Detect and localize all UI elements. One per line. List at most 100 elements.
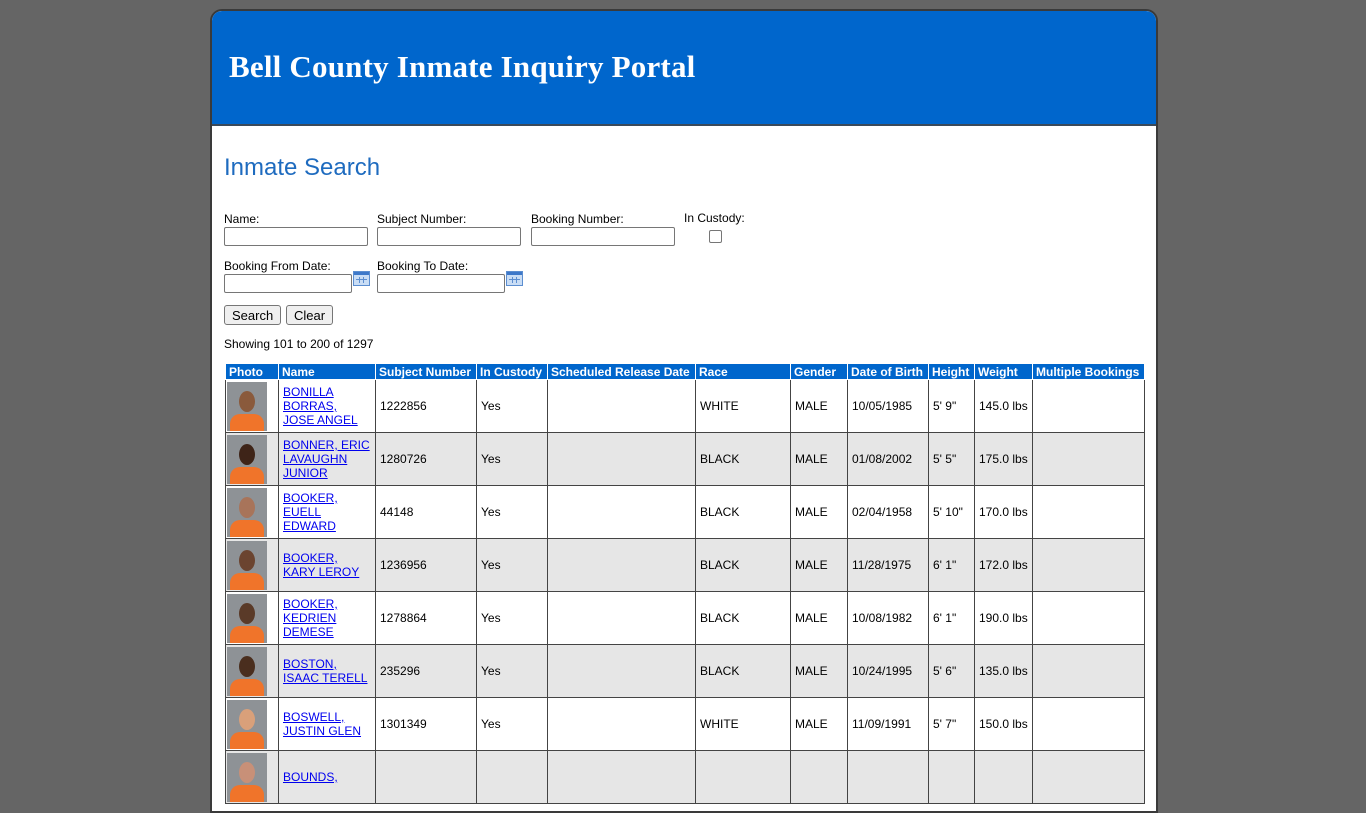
subject-number-field-group: Subject Number: (377, 212, 521, 246)
race-cell: BLACK (695, 591, 791, 645)
release-date-cell (547, 644, 696, 698)
in-custody-cell: Yes (476, 432, 548, 486)
booking-to-date-input[interactable] (377, 274, 505, 293)
calendar-icon[interactable] (506, 271, 523, 286)
inmate-name-link[interactable]: BOUNDS, (283, 770, 338, 784)
weight-cell: 172.0 lbs (974, 538, 1033, 592)
gender-cell: MALE (790, 591, 848, 645)
clear-button[interactable]: Clear (286, 305, 334, 325)
inmate-photo[interactable] (227, 752, 267, 802)
multiple-bookings-cell (1032, 591, 1145, 645)
subject-number-cell: 1236956 (375, 538, 477, 592)
release-date-cell (547, 538, 696, 592)
multiple-bookings-cell (1032, 432, 1145, 486)
in-custody-cell: Yes (476, 538, 548, 592)
results-table-body: BONILLA BORRAS, JOSE ANGEL 1222856 Yes WHIT… (225, 379, 1145, 804)
race-cell: BLACK (695, 538, 791, 592)
inmate-photo[interactable] (227, 434, 267, 484)
page-frame: Bell County Inmate Inquiry Portal Inmate… (210, 9, 1158, 813)
subject-number-cell: 235296 (375, 644, 477, 698)
table-row: BOSWELL, JUSTIN GLEN 1301349 Yes WHITE MALE 1… (225, 697, 1145, 751)
inmate-photo[interactable] (227, 487, 267, 537)
column-header: Multiple Bookings (1032, 363, 1145, 380)
height-cell: 5' 10" (928, 485, 975, 539)
multiple-bookings-cell (1032, 750, 1145, 804)
dob-cell: 01/08/2002 (847, 432, 929, 486)
dob-cell: 02/04/1958 (847, 485, 929, 539)
inmate-name-link[interactable]: BOOKER, EUELL EDWARD (283, 491, 338, 533)
subject-number-cell: 1222856 (375, 379, 477, 433)
inmate-name-link[interactable]: BOSTON, ISAAC TERELL (283, 657, 367, 685)
multiple-bookings-cell (1032, 644, 1145, 698)
column-header: Subject Number (375, 363, 477, 380)
dob-cell: 10/24/1995 (847, 644, 929, 698)
subject-number-cell: 44148 (375, 485, 477, 539)
subject-number-label: Subject Number: (377, 212, 467, 226)
inmate-photo[interactable] (227, 540, 267, 590)
table-row: BOOKER, KEDRIEN DEMESE 1278864 Yes BLACK MAL… (225, 591, 1145, 645)
in-custody-label: In Custody: (684, 211, 745, 225)
column-header: In Custody (476, 363, 548, 380)
table-row: BONILLA BORRAS, JOSE ANGEL 1222856 Yes WHIT… (225, 379, 1145, 433)
inmate-photo[interactable] (227, 699, 267, 749)
column-header: Race (695, 363, 791, 380)
in-custody-cell: Yes (476, 591, 548, 645)
name-cell: BOOKER, KEDRIEN DEMESE (278, 591, 376, 645)
column-header: Gender (790, 363, 848, 380)
inmate-photo[interactable] (227, 381, 267, 431)
booking-number-input[interactable] (531, 227, 675, 246)
calendar-icon[interactable] (353, 271, 370, 286)
name-input[interactable] (224, 227, 368, 246)
header-banner: Bell County Inmate Inquiry Portal (212, 11, 1156, 126)
in-custody-checkbox[interactable] (709, 230, 722, 243)
inmate-name-link[interactable]: BONNER, ERIC LAVAUGHN JUNIOR (283, 438, 370, 480)
photo-cell (225, 591, 279, 645)
subject-number-cell: 1278864 (375, 591, 477, 645)
height-cell: 5' 7" (928, 697, 975, 751)
table-row: BONNER, ERIC LAVAUGHN JUNIOR 1280726 Yes BL… (225, 432, 1145, 486)
search-button[interactable]: Search (224, 305, 282, 325)
race-cell: WHITE (695, 379, 791, 433)
subject-number-input[interactable] (377, 227, 521, 246)
height-cell (928, 750, 975, 804)
weight-cell: 190.0 lbs (974, 591, 1033, 645)
in-custody-field-group: In Custody: (684, 211, 745, 226)
name-cell: BOOKER, EUELL EDWARD (278, 485, 376, 539)
dob-cell: 10/08/1982 (847, 591, 929, 645)
booking-from-date-label: Booking From Date: (224, 259, 331, 273)
name-field-group: Name: (224, 212, 368, 246)
photo-cell (225, 644, 279, 698)
release-date-cell (547, 485, 696, 539)
gender-cell: MALE (790, 697, 848, 751)
height-cell: 6' 1" (928, 591, 975, 645)
inmate-name-link[interactable]: BOSWELL, JUSTIN GLEN (283, 710, 361, 738)
page-title: Inmate Search (224, 154, 381, 181)
inmate-name-link[interactable]: BOOKER, KEDRIEN DEMESE (283, 597, 338, 639)
multiple-bookings-cell (1032, 485, 1145, 539)
dob-cell (847, 750, 929, 804)
subject-number-cell: 1280726 (375, 432, 477, 486)
booking-from-date-input[interactable] (224, 274, 352, 293)
table-row: BOUNDS, (225, 750, 1145, 804)
inmate-photo[interactable] (227, 646, 267, 696)
gender-cell: MALE (790, 538, 848, 592)
weight-cell: 150.0 lbs (974, 697, 1033, 751)
results-count: Showing 101 to 200 of 1297 (224, 337, 374, 351)
booking-number-label: Booking Number: (531, 212, 624, 226)
in-custody-cell (476, 750, 548, 804)
inmate-name-link[interactable]: BONILLA BORRAS, JOSE ANGEL (283, 385, 358, 427)
column-header: Date of Birth (847, 363, 929, 380)
release-date-cell (547, 750, 696, 804)
weight-cell: 170.0 lbs (974, 485, 1033, 539)
photo-cell (225, 379, 279, 433)
release-date-cell (547, 591, 696, 645)
name-cell: BOSTON, ISAAC TERELL (278, 644, 376, 698)
booking-number-field-group: Booking Number: (531, 212, 675, 246)
column-header: Name (278, 363, 376, 380)
column-header: Photo (225, 363, 279, 380)
race-cell (695, 750, 791, 804)
booking-from-date-group: Booking From Date: (224, 259, 352, 293)
inmate-photo[interactable] (227, 593, 267, 643)
weight-cell: 175.0 lbs (974, 432, 1033, 486)
inmate-name-link[interactable]: BOOKER, KARY LEROY (283, 551, 359, 579)
